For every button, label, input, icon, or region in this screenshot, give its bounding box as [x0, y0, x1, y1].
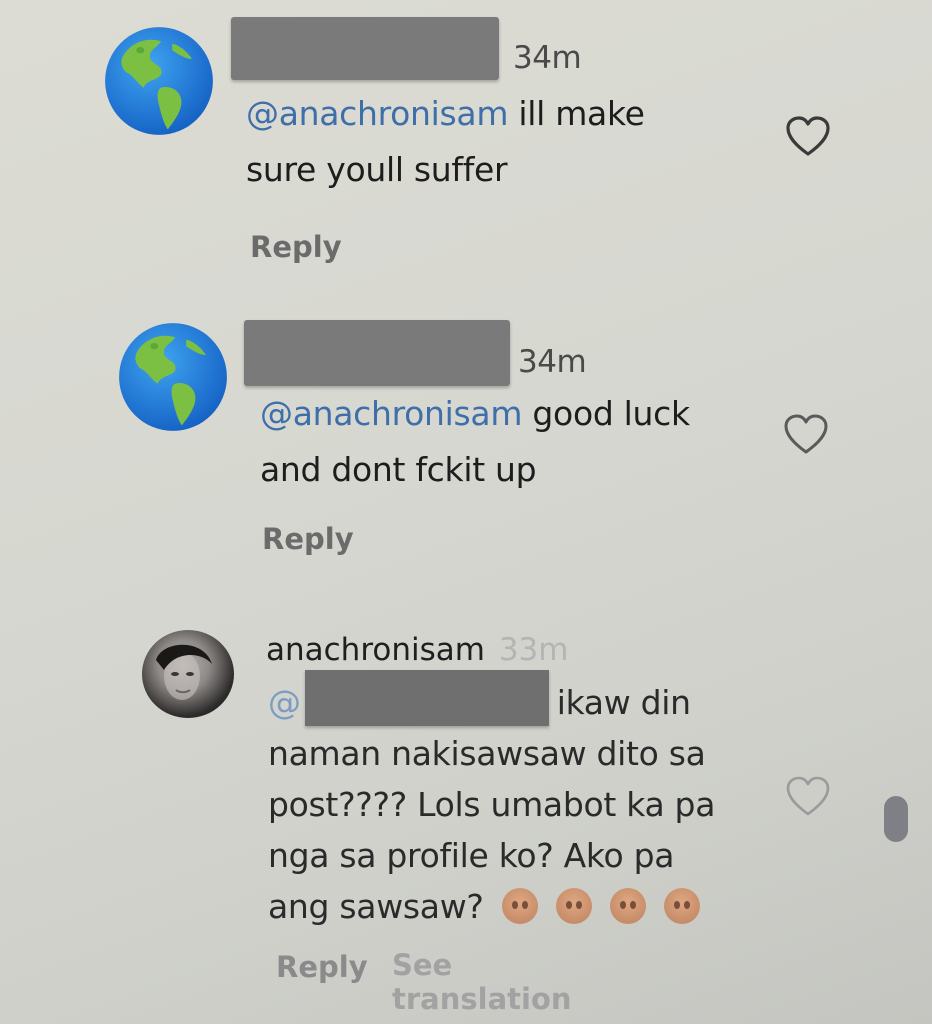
- comment-text-line: ang sawsaw?: [268, 887, 484, 926]
- profile-photo-avatar[interactable]: [142, 630, 234, 718]
- scrollbar-thumb[interactable]: [884, 796, 908, 842]
- redacted-username[interactable]: [231, 17, 499, 80]
- comment-body: @ ikaw din naman nakisawsaw dito sa post?…: [268, 670, 715, 932]
- comment-header: anachronisam 33m: [266, 632, 568, 668]
- comment-text-line: and dont fckit up: [260, 450, 537, 489]
- reply-button[interactable]: Reply: [250, 230, 342, 264]
- comment-text-line: ill make: [518, 94, 645, 133]
- heart-outline-icon[interactable]: [784, 774, 832, 818]
- comment-time: 33m: [498, 632, 569, 668]
- globe-avatar-icon[interactable]: [104, 26, 214, 136]
- reply-button[interactable]: Reply: [262, 522, 354, 556]
- globe-avatar-icon[interactable]: [118, 322, 228, 432]
- username-link[interactable]: anachronisam: [266, 632, 485, 668]
- pouting-face-icon: [501, 888, 538, 924]
- mention-link[interactable]: @anachronisam: [260, 394, 523, 433]
- comment-time: 34m: [513, 40, 582, 76]
- pouting-face-icon: [609, 888, 646, 924]
- comment-text-line: post???? Lols umabot ka pa: [268, 785, 716, 824]
- pouting-face-icon: [663, 888, 700, 924]
- comment-text-line: ikaw din: [556, 683, 691, 722]
- heart-outline-icon[interactable]: [784, 114, 832, 158]
- comment-text-line: good luck: [532, 394, 690, 433]
- pouting-face-icon: [555, 888, 592, 924]
- comment-text-line: nga sa profile ko? Ako pa: [268, 836, 675, 875]
- heart-outline-icon[interactable]: [782, 412, 830, 456]
- comment-text-line: naman nakisawsaw dito sa: [268, 734, 706, 773]
- reply-button[interactable]: Reply: [276, 950, 368, 984]
- redacted-mention: [304, 670, 549, 726]
- comment-time: 34m: [518, 344, 587, 380]
- comment-body: @anachronisam good luck and dont fckit u…: [260, 386, 690, 498]
- see-translation-button[interactable]: See translation: [392, 948, 572, 1016]
- mention-link[interactable]: @anachronisam: [246, 94, 509, 133]
- mention-link[interactable]: @: [268, 670, 557, 726]
- comment-body: @anachronisam ill make sure youll suffer: [246, 86, 645, 198]
- redacted-username[interactable]: [244, 320, 510, 386]
- comment-text-line: sure youll suffer: [246, 150, 508, 189]
